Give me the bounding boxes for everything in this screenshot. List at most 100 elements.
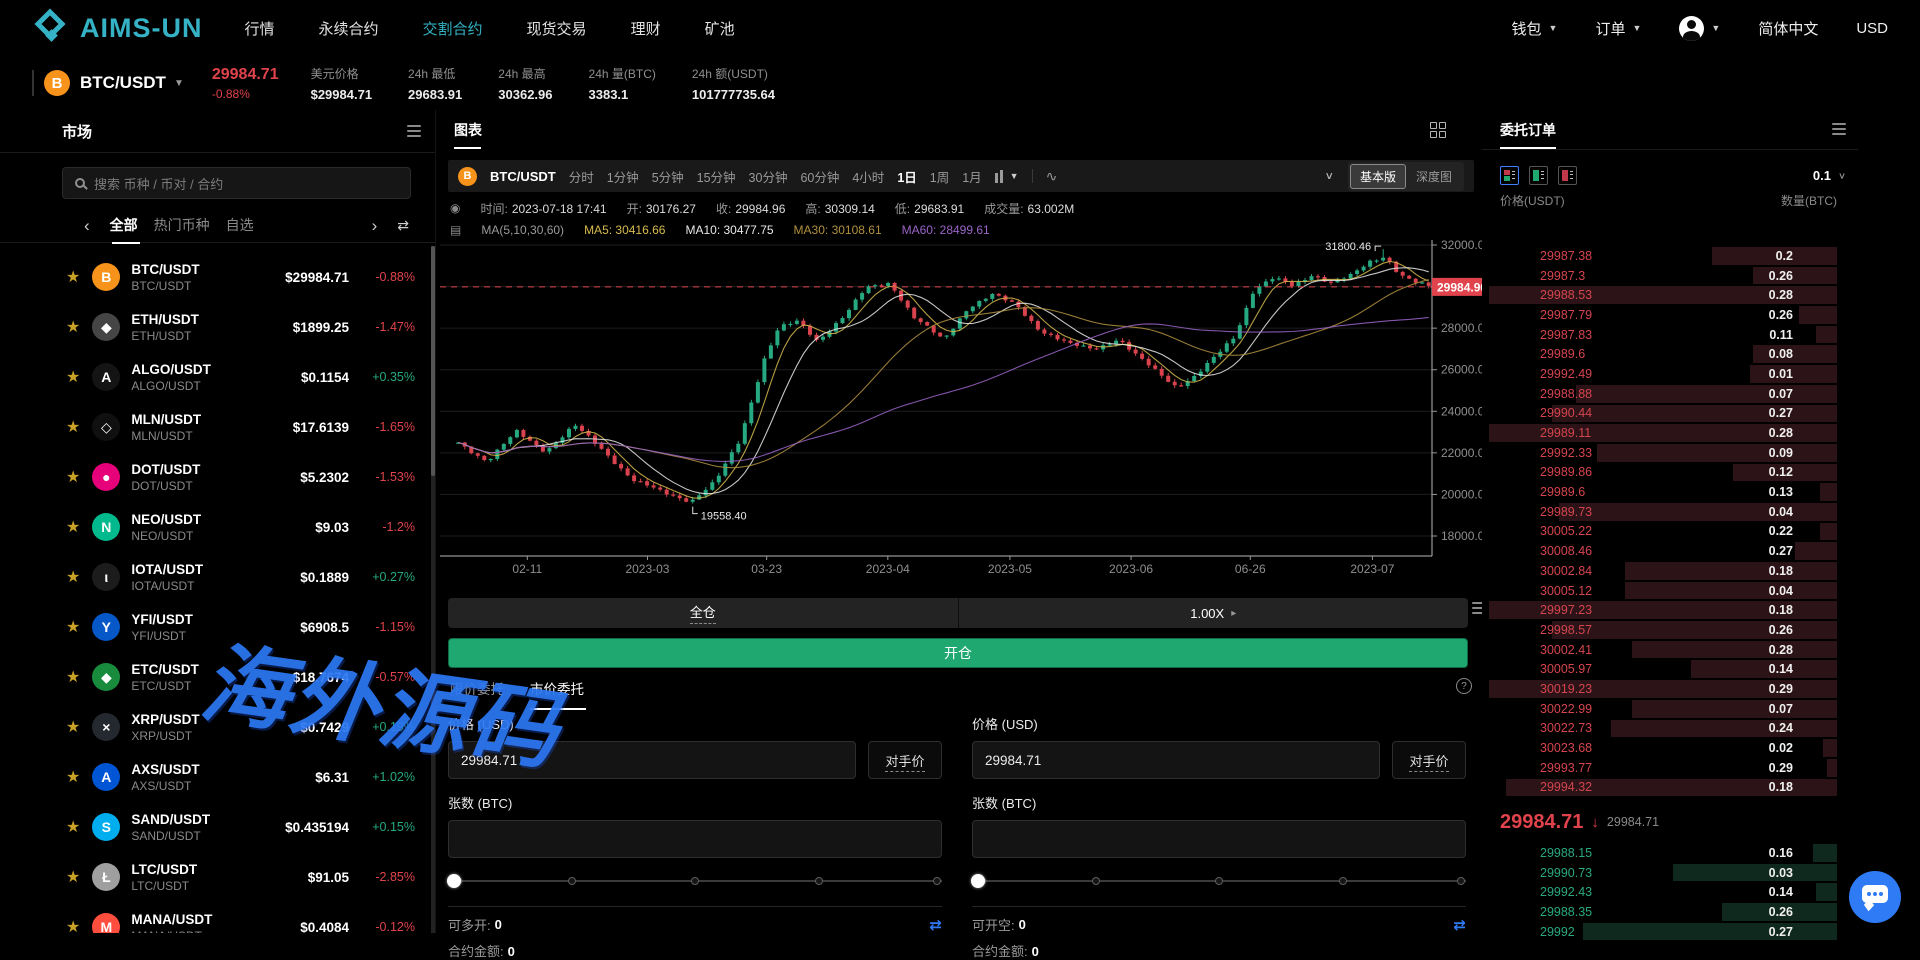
slider-thumb[interactable] [447,874,461,888]
ask-row[interactable]: 29994.320.18 [1482,778,1858,798]
ask-row[interactable]: 29989.860.12 [1482,463,1858,483]
timeframe-5分钟[interactable]: 5分钟 [652,167,684,186]
coin-list-item[interactable]: ★×XRP/USDTXRP/USDT$0.7429+0.19% [0,702,429,752]
favorite-star-icon[interactable]: ★ [66,617,80,637]
ask-row[interactable]: 29989.110.28 [1482,423,1858,443]
ask-row[interactable]: 29993.770.29 [1482,758,1858,778]
timeframe-1周[interactable]: 1周 [930,167,949,186]
nav-item-行情[interactable]: 行情 [245,18,275,39]
ask-row[interactable]: 29989.730.04 [1482,502,1858,522]
ask-row[interactable]: 29990.440.27 [1482,404,1858,424]
favorite-star-icon[interactable]: ★ [66,317,80,337]
help-icon[interactable]: ? [1456,678,1472,694]
book-view-bids-icon[interactable] [1529,166,1548,185]
book-view-asks-icon[interactable] [1558,166,1577,185]
basic-version-button[interactable]: 基本版 [1350,164,1406,189]
tab-market-order[interactable]: 市价委托 [530,678,584,710]
timeframe-分时[interactable]: 分时 [569,167,594,186]
bid-row[interactable]: 29990.730.03 [1482,863,1858,883]
favorite-star-icon[interactable]: ★ [66,417,80,437]
sidebar-tab-热门币种[interactable]: 热门币种 [154,215,210,244]
bid-row[interactable]: 29992.430.14 [1482,882,1858,902]
ask-row[interactable]: 30002.410.28 [1482,640,1858,660]
ask-row[interactable]: 30002.840.18 [1482,561,1858,581]
chevron-left-icon[interactable]: ‹ [84,216,90,236]
sidebar-tab-自选[interactable]: 自选 [226,215,254,244]
ask-row[interactable]: 29992.330.09 [1482,443,1858,463]
ask-row[interactable]: 29997.230.18 [1482,600,1858,620]
coin-list-item[interactable]: ★●DOT/USDTDOT/USDT$5.2302-1.53% [0,452,429,502]
nav-item-现货交易[interactable]: 现货交易 [527,18,587,39]
favorite-star-icon[interactable]: ★ [66,867,80,887]
counter-price-button-short[interactable]: 对手价 [1392,741,1466,779]
sidebar-menu-icon[interactable] [407,125,421,137]
eye-icon[interactable]: ◉ [450,201,460,215]
nav-item-永续合约[interactable]: 永续合约 [319,18,379,39]
book-view-both-icon[interactable] [1500,166,1519,185]
coin-list-item[interactable]: ★ŁLTC/USDTLTC/USDT$91.05-2.85% [0,852,429,902]
currency-selector[interactable]: USD [1856,20,1888,37]
line-chart-icon[interactable]: ∿ [1046,168,1058,185]
ask-row[interactable]: 29987.830.11 [1482,325,1858,345]
timeframe-30分钟[interactable]: 30分钟 [749,167,788,186]
ask-row[interactable]: 30005.970.14 [1482,659,1858,679]
language-selector[interactable]: 简体中文 [1758,18,1818,39]
favorite-star-icon[interactable]: ★ [66,567,80,587]
coin-list-item[interactable]: ★◆ETC/USDTETC/USDT$18.7674-0.57% [0,652,429,702]
ask-row[interactable]: 30023.680.02 [1482,738,1858,758]
tab-chart[interactable]: 图表 [454,120,482,149]
brush-icon[interactable]: ▤ [450,223,461,237]
favorite-star-icon[interactable]: ★ [66,267,80,287]
quantity-input-short[interactable] [972,820,1466,858]
ask-row[interactable]: 30005.220.22 [1482,522,1858,542]
ask-row[interactable]: 30005.120.04 [1482,581,1858,601]
tab-limit-order[interactable]: 限价委托 [450,678,504,710]
chevron-right-icon[interactable]: › [372,216,378,236]
ask-row[interactable]: 30022.990.07 [1482,699,1858,719]
timeframe-4小时[interactable]: 4小时 [852,167,884,186]
account-menu[interactable]: ▼ [1679,16,1720,41]
ask-row[interactable]: 29988.530.28 [1482,285,1858,305]
ask-row[interactable]: 30022.730.24 [1482,719,1858,739]
coin-list-item[interactable]: ★YYFI/USDTYFI/USDT$6908.5-1.15% [0,602,429,652]
transfer-icon[interactable]: ⇄ [1453,916,1466,934]
coin-list-item[interactable]: ★AALGO/USDTALGO/USDT$0.1154+0.35% [0,352,429,402]
timeframe-60分钟[interactable]: 60分钟 [800,167,839,186]
chat-support-button[interactable] [1849,871,1901,923]
favorite-star-icon[interactable]: ★ [66,717,80,737]
search-box[interactable]: 搜索 币种 / 币对 / 合约 [62,167,411,199]
counter-price-button-long[interactable]: 对手价 [868,741,942,779]
transfer-icon[interactable]: ⇄ [929,916,942,934]
coin-list-item[interactable]: ★AAXS/USDTAXS/USDT$6.31+1.02% [0,752,429,802]
timeframe-1月[interactable]: 1月 [962,167,981,186]
quantity-slider-long[interactable] [448,874,942,888]
candle-style-icon[interactable] [995,170,1003,183]
ask-row[interactable]: 29992.490.01 [1482,364,1858,384]
depth-chart-button[interactable]: 深度图 [1406,164,1462,189]
quantity-input-long[interactable] [448,820,942,858]
ask-row[interactable]: 29987.30.26 [1482,266,1858,286]
coin-list-item[interactable]: ★ιIOTA/USDTIOTA/USDT$0.1889+0.27% [0,552,429,602]
ask-row[interactable]: 29987.790.26 [1482,305,1858,325]
leverage-selector[interactable]: 1.00X▸ [958,598,1469,628]
price-input-short[interactable] [972,741,1380,779]
coin-list-item[interactable]: ★MMANA/USDTMANA/USDT$0.4084-0.12% [0,902,429,933]
layout-grid-icon[interactable] [1430,122,1446,138]
candlestick-chart[interactable]: 32000.0028000.0026000.0024000.0022000.00… [440,240,1482,580]
ask-row[interactable]: 29998.570.26 [1482,620,1858,640]
brand-logo[interactable]: AIMS-UN [34,11,203,45]
quantity-slider-short[interactable] [972,874,1466,888]
favorite-star-icon[interactable]: ★ [66,467,80,487]
bid-row[interactable]: 29988.350.26 [1482,902,1858,922]
coin-list-item[interactable]: ★BBTC/USDTBTC/USDT$29984.71-0.88% [0,252,429,302]
slider-thumb[interactable] [971,874,985,888]
coin-list-item[interactable]: ★◇MLN/USDTMLN/USDT$17.6139-1.65% [0,402,429,452]
ask-row[interactable]: 30019.230.29 [1482,679,1858,699]
ask-row[interactable]: 30008.460.27 [1482,541,1858,561]
coin-list-item[interactable]: ★◆ETH/USDTETH/USDT$1899.25-1.47% [0,302,429,352]
price-input-long[interactable] [448,741,856,779]
nav-item-交割合约[interactable]: 交割合约 [423,18,483,39]
sidebar-tab-全部[interactable]: 全部 [110,215,138,244]
sidebar-scrollbar-thumb[interactable] [431,246,435,476]
chevron-down-icon[interactable]: ∨ [1324,170,1334,183]
